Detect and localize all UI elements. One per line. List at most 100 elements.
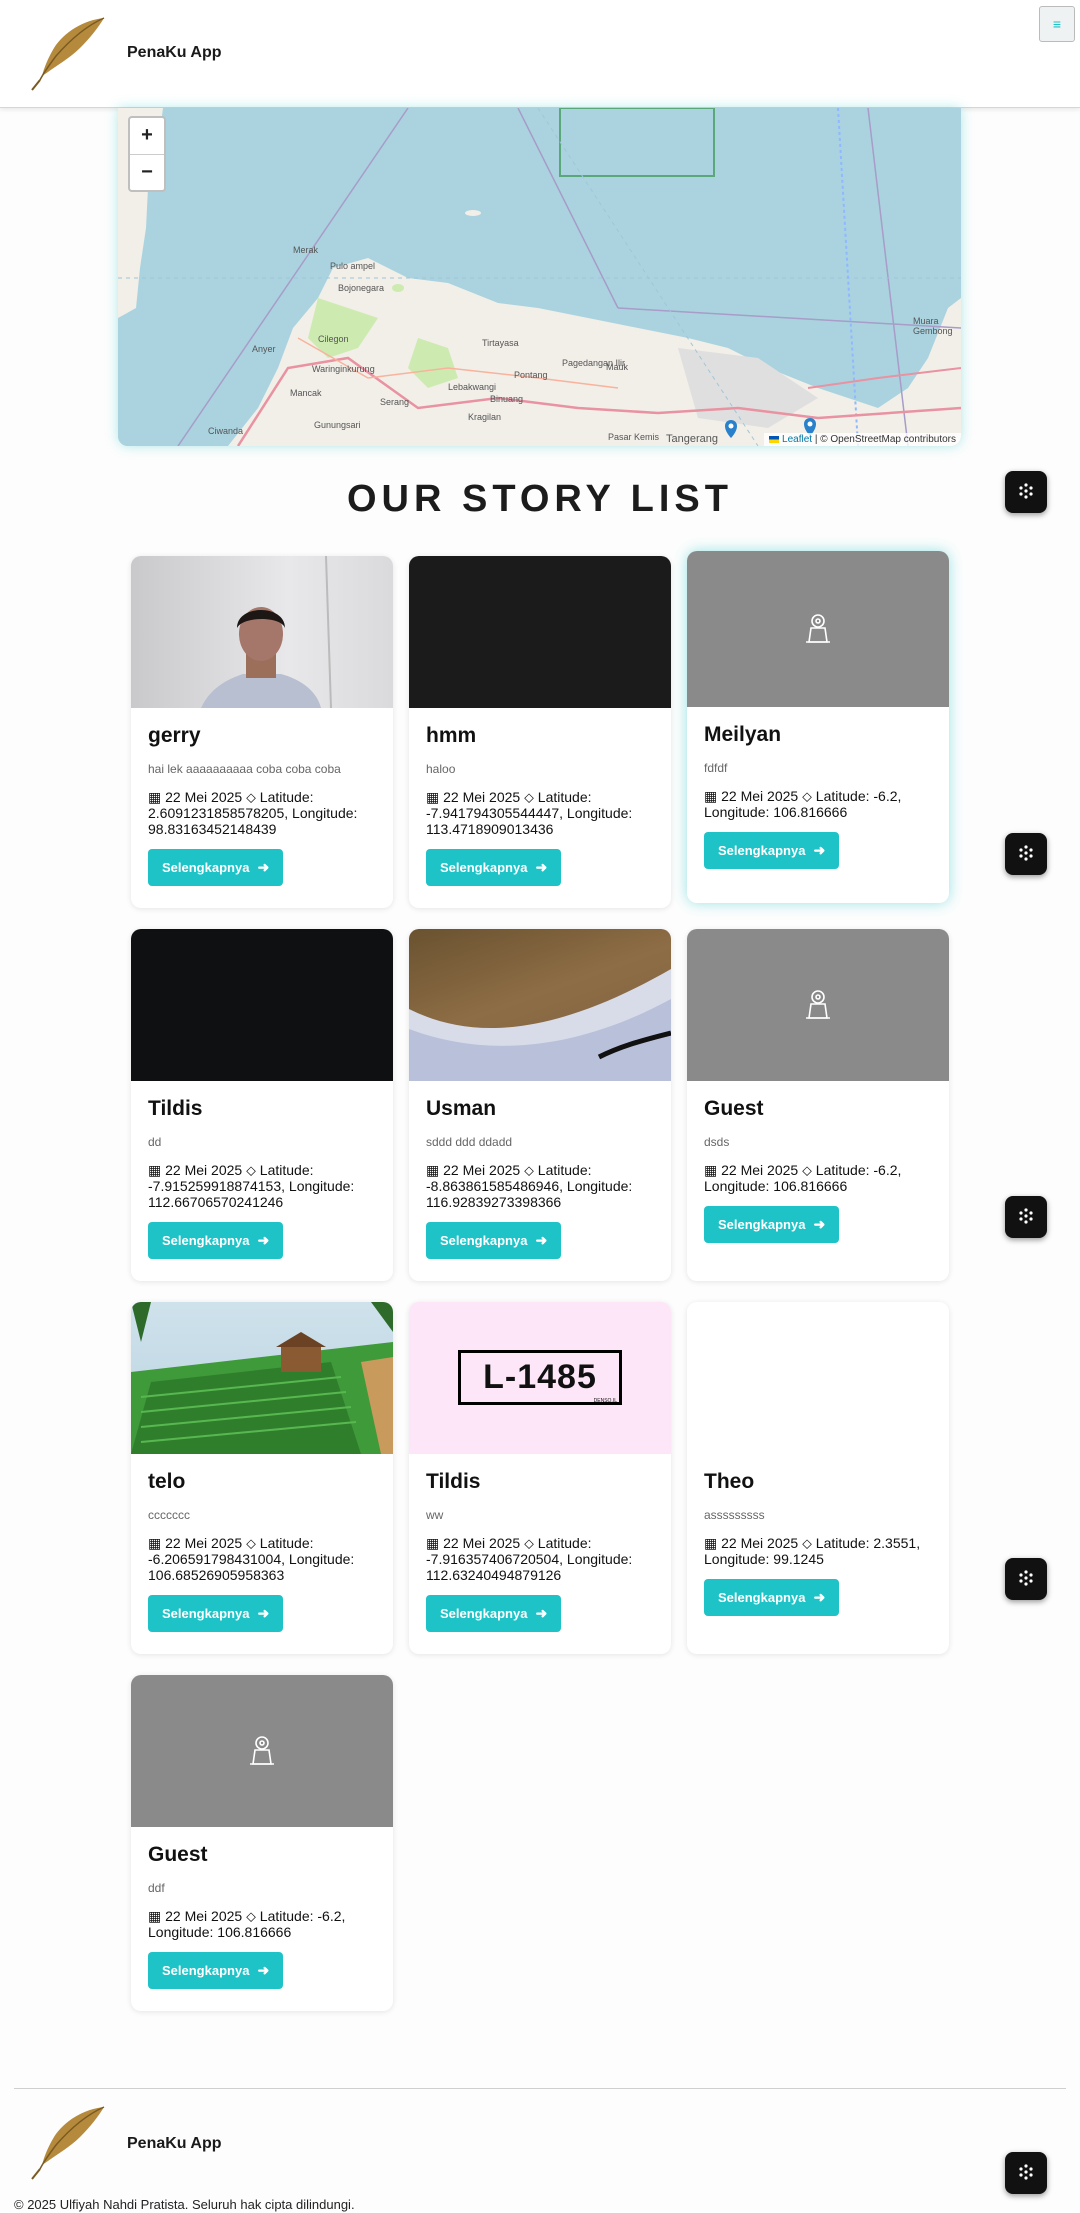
story-name: Usman — [426, 1097, 497, 1120]
map-label: Cilegon — [318, 334, 349, 344]
map-label: Merak — [293, 245, 319, 255]
arrow-right-icon: ➜ — [257, 1962, 270, 1978]
story-meta: ▦ 22 Mei 2025 ⬦ Latitude: -7.91635740672… — [426, 1535, 654, 1583]
story-name: Tildis — [148, 1097, 203, 1120]
blackbox-icon — [1019, 1570, 1033, 1586]
blackbox-widget-button[interactable] — [1005, 471, 1047, 513]
webcam-icon — [806, 990, 830, 1019]
zoom-out-button[interactable]: − — [130, 154, 164, 190]
story-description: hai lek aaaaaaaaaa coba coba coba — [148, 762, 341, 776]
story-card[interactable]: telo ccccccc ▦ 22 Mei 2025 ⬦ Latitude: -… — [131, 1302, 393, 1654]
story-card[interactable]: gerry hai lek aaaaaaaaaa coba coba coba … — [131, 556, 393, 908]
map-attribution: Leaflet | © OpenStreetMap contributors — [764, 433, 961, 446]
read-more-button[interactable]: Selengkapnya ➜ — [704, 1206, 840, 1243]
map-label: Kragilan — [468, 412, 502, 422]
read-more-button[interactable]: Selengkapnya ➜ — [704, 832, 840, 869]
read-more-button[interactable]: Selengkapnya ➜ — [426, 1595, 562, 1632]
blackbox-icon — [1019, 845, 1033, 861]
map-label: Pontang — [514, 370, 548, 380]
story-card[interactable]: Meilyan fdfdf ▦ 22 Mei 2025 ⬦ Latitude: … — [687, 551, 949, 903]
read-more-button[interactable]: Selengkapnya ➜ — [148, 1222, 284, 1259]
map-label: Gunungsari — [314, 420, 361, 430]
arrow-right-icon: ➜ — [813, 1589, 826, 1605]
arrow-right-icon: ➜ — [535, 859, 548, 875]
read-more-label: Selengkapnya — [718, 1217, 806, 1232]
story-photo: L-1485 DENSO.IL — [409, 1302, 671, 1454]
blackbox-widget-button[interactable] — [1005, 1558, 1047, 1600]
brand-name[interactable]: PenaKu App — [127, 44, 222, 62]
map-pin-icon: ⬦ — [246, 789, 256, 805]
zoom-in-button[interactable]: + — [130, 118, 164, 154]
map-label: Binuang — [490, 394, 524, 404]
calendar-icon: ▦ — [426, 789, 440, 805]
story-card[interactable]: Guest dsds ▦ 22 Mei 2025 ⬦ Latitude: -6.… — [687, 929, 949, 1281]
arrow-right-icon: ➜ — [535, 1605, 548, 1621]
story-date: 22 Mei 2025 — [165, 1908, 243, 1924]
calendar-icon: ▦ — [704, 1162, 718, 1178]
read-more-button[interactable]: Selengkapnya ➜ — [148, 849, 284, 886]
read-more-button[interactable]: Selengkapnya ➜ — [704, 1579, 840, 1616]
arrow-right-icon: ➜ — [813, 842, 826, 858]
footer-brand[interactable]: PenaKu App — [127, 2135, 222, 2153]
read-more-button[interactable]: Selengkapnya ➜ — [426, 1222, 562, 1259]
map-label: Pasar Kemis — [608, 432, 660, 442]
menu-toggle-button[interactable]: ≡ — [1039, 6, 1075, 42]
map-label: Anyer — [252, 344, 276, 354]
blackbox-icon — [1019, 483, 1033, 499]
ukraine-flag-icon — [769, 435, 780, 443]
feather-logo-icon[interactable] — [26, 2103, 108, 2181]
blackbox-widget-button[interactable] — [1005, 1196, 1047, 1238]
map-label: Bojonegara — [338, 283, 385, 293]
story-photo — [131, 929, 393, 1081]
story-name: gerry — [148, 724, 201, 747]
story-card[interactable]: Tildis dd ▦ 22 Mei 2025 ⬦ Latitude: -7.9… — [131, 929, 393, 1281]
map-pin-icon: ⬦ — [246, 1535, 256, 1551]
story-date: 22 Mei 2025 — [721, 1535, 799, 1551]
arrow-right-icon: ➜ — [813, 1216, 826, 1232]
story-name: telo — [148, 1470, 186, 1493]
webcam-icon — [250, 1736, 274, 1765]
story-card[interactable]: Theo asssssssss ▦ 22 Mei 2025 ⬦ Latitude… — [687, 1302, 949, 1654]
map-label: Lebakwangi — [448, 382, 497, 392]
blackbox-widget-button[interactable] — [1005, 833, 1047, 875]
page-title: OUR STORY LIST — [346, 478, 733, 520]
story-description: asssssssss — [704, 1508, 765, 1522]
story-name: hmm — [426, 724, 477, 747]
calendar-icon: ▦ — [148, 1535, 162, 1551]
read-more-button[interactable]: Selengkapnya ➜ — [148, 1595, 284, 1632]
blackbox-widget-button[interactable] — [1005, 2152, 1047, 2194]
map-label: Muara Gembong — [913, 316, 953, 336]
osm-attribution[interactable]: | © OpenStreetMap contributors — [812, 434, 956, 445]
story-photo-placeholder — [687, 929, 949, 1081]
read-more-label: Selengkapnya — [440, 1606, 528, 1621]
map-pin-icon: ⬦ — [802, 1162, 812, 1178]
story-name: Guest — [704, 1097, 764, 1120]
read-more-button[interactable]: Selengkapnya ➜ — [426, 849, 562, 886]
story-date: 22 Mei 2025 — [443, 789, 521, 805]
story-meta: ▦ 22 Mei 2025 ⬦ Latitude: -6.2, Longitud… — [704, 788, 932, 820]
story-card[interactable]: Usman sddd ddd ddadd ▦ 22 Mei 2025 ⬦ Lat… — [409, 929, 671, 1281]
story-description: haloo — [426, 762, 456, 776]
story-name: Theo — [704, 1470, 755, 1493]
story-card[interactable]: Guest ddf ▦ 22 Mei 2025 ⬦ Latitude: -6.2… — [131, 1675, 393, 2011]
calendar-icon: ▦ — [704, 1535, 718, 1551]
story-date: 22 Mei 2025 — [165, 1162, 243, 1178]
license-plate: L-1485 DENSO.IL — [458, 1350, 622, 1405]
story-meta: ▦ 22 Mei 2025 ⬦ Latitude: -6.2, Longitud… — [704, 1162, 932, 1194]
story-map[interactable]: Pulo ampel Merak Bojonegara Cilegon Anye… — [118, 108, 961, 446]
app-header: PenaKu App ≡ — [0, 0, 1080, 108]
map-label: Tirtayasa — [482, 338, 519, 348]
map-label: Serang — [380, 397, 410, 407]
story-description: ccccccc — [148, 1508, 190, 1522]
story-name: Guest — [148, 1843, 208, 1866]
story-card[interactable]: L-1485 DENSO.IL Tildis ww ▦ 22 Mei 2025 … — [409, 1302, 671, 1654]
story-date: 22 Mei 2025 — [721, 788, 799, 804]
story-meta: ▦ 22 Mei 2025 ⬦ Latitude: -7.91525991887… — [148, 1162, 376, 1210]
feather-logo-icon[interactable] — [26, 14, 108, 92]
story-name: Meilyan — [704, 723, 782, 746]
calendar-icon: ▦ — [148, 1908, 162, 1924]
leaflet-link[interactable]: Leaflet — [782, 434, 812, 445]
read-more-button[interactable]: Selengkapnya ➜ — [148, 1952, 284, 1989]
story-card[interactable]: hmm haloo ▦ 22 Mei 2025 ⬦ Latitude: -7.9… — [409, 556, 671, 908]
map-pin-icon: ⬦ — [524, 789, 534, 805]
